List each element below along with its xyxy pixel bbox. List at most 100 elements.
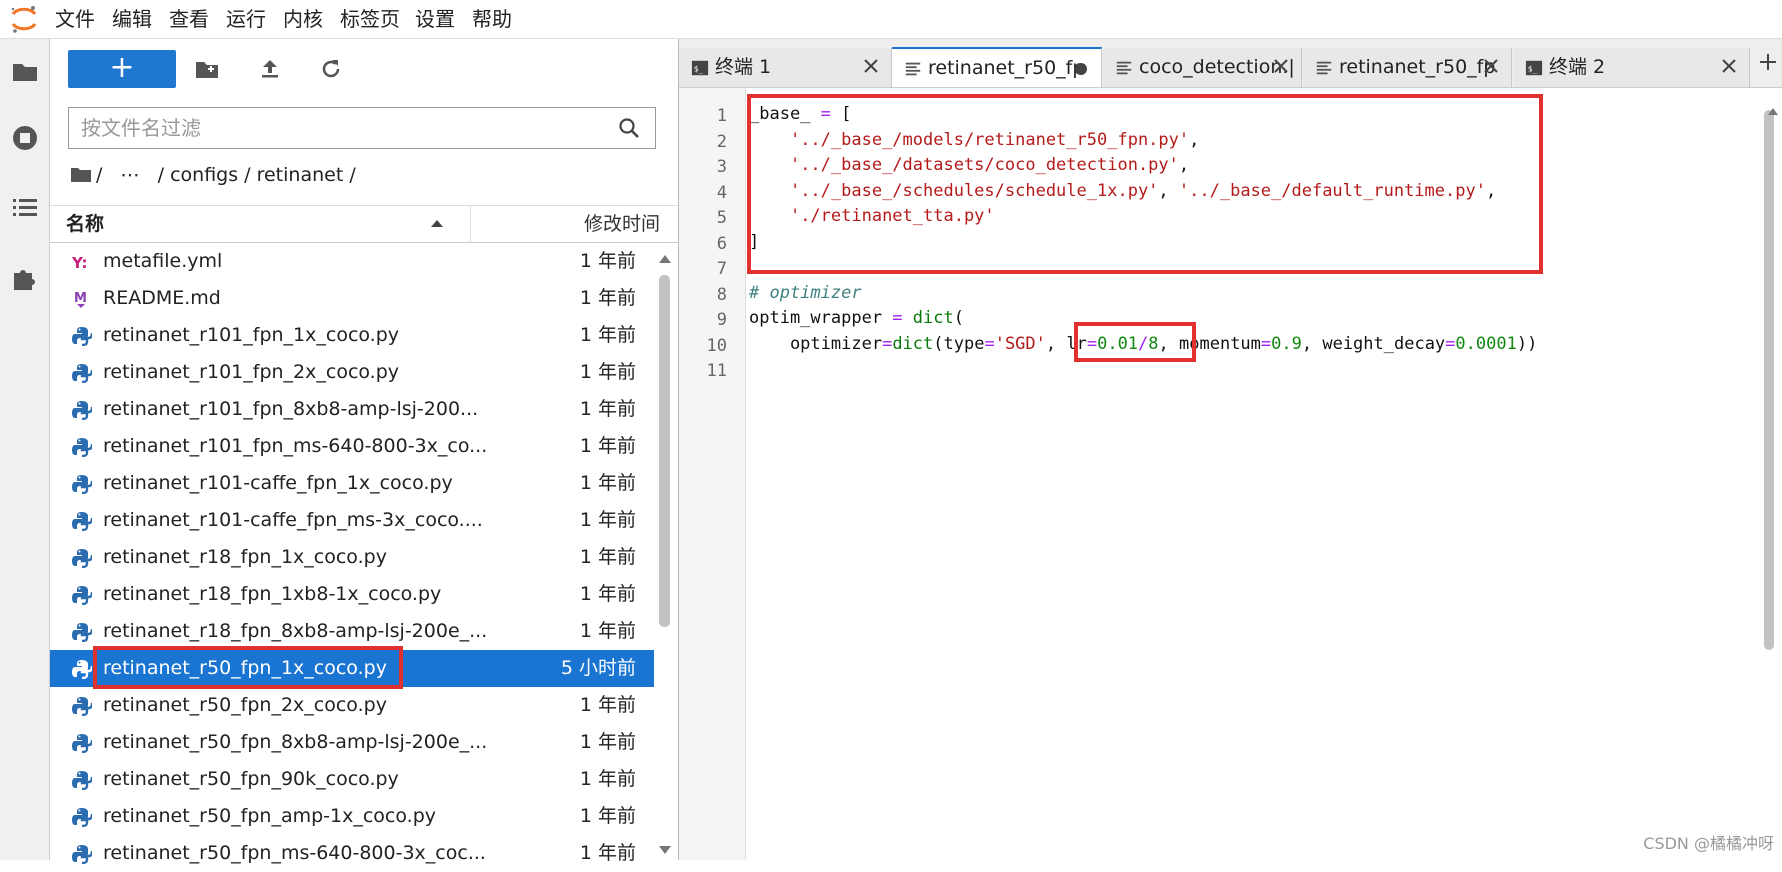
file-list-item[interactable]: retinanet_r101_fpn_2x_coco.py 1 年前: [50, 354, 654, 391]
table-of-contents-icon[interactable]: [10, 193, 40, 223]
code-token: ,: [1158, 180, 1179, 201]
file-name: README.md: [103, 287, 221, 309]
menu-file[interactable]: 文件: [55, 0, 95, 38]
scroll-up-arrow-icon[interactable]: [659, 255, 671, 263]
code-token: =: [984, 333, 995, 354]
code-line[interactable]: '../_base_/models/retinanet_r50_fpn.py',: [749, 127, 1199, 153]
column-divider[interactable]: [470, 206, 471, 242]
upload-icon[interactable]: [257, 56, 283, 82]
editor-tab[interactable]: retinanet_r50_fp: [892, 47, 1102, 87]
code-token: (type: [933, 333, 985, 354]
editor-scroll-thumb[interactable]: [1764, 110, 1774, 650]
search-icon[interactable]: [618, 117, 640, 139]
menu-bar: 文件 编辑 查看 运行 内核 标签页 设置 帮助: [0, 0, 1782, 39]
file-name: retinanet_r50_fpn_90k_coco.py: [103, 768, 399, 790]
code-line[interactable]: './retinanet_tta.py': [749, 203, 995, 229]
scroll-down-arrow-icon[interactable]: [659, 846, 671, 854]
tab-label: retinanet_r50_fp: [1339, 56, 1496, 78]
menu-edit[interactable]: 编辑: [112, 0, 152, 38]
file-text-icon: [1316, 61, 1332, 75]
editor-tab[interactable]: coco_detection.|: [1103, 48, 1302, 87]
code-token: =: [882, 333, 893, 354]
file-list-header: 名称 修改时间: [50, 205, 678, 243]
code-token: '../_base_/default_runtime.py': [1178, 180, 1486, 201]
editor-tab[interactable]: $_ 终端 2: [1513, 48, 1750, 87]
code-line[interactable]: _base_ = [: [749, 101, 851, 127]
file-list-item[interactable]: retinanet_r101_fpn_1x_coco.py 1 年前: [50, 317, 654, 354]
menu-view[interactable]: 查看: [169, 0, 209, 38]
add-tab-icon[interactable]: [1756, 50, 1780, 74]
code-token: 0.9: [1271, 333, 1302, 354]
close-icon[interactable]: [1481, 56, 1501, 76]
file-list-item[interactable]: retinanet_r18_fpn_1xb8-1x_coco.py 1 年前: [50, 576, 654, 613]
file-list-item[interactable]: Y: metafile.yml 1 年前: [50, 243, 654, 280]
file-filter-input[interactable]: [69, 108, 623, 150]
sort-ascending-icon[interactable]: [431, 220, 443, 227]
code-token: optimizer: [749, 333, 883, 354]
file-list-item[interactable]: retinanet_r18_fpn_1x_coco.py 1 年前: [50, 539, 654, 576]
code-line[interactable]: '../_base_/datasets/coco_detection.py',: [749, 152, 1189, 178]
breadcrumb-home-folder-icon[interactable]: [70, 164, 92, 184]
python-icon: [72, 586, 92, 605]
running-stop-icon[interactable]: [10, 123, 40, 153]
new-launcher-button[interactable]: +: [68, 50, 176, 88]
code-token: '../_base_/schedules/schedule_1x.py': [789, 180, 1159, 201]
line-number: 6: [716, 233, 727, 254]
code-line[interactable]: # optimizer: [749, 280, 862, 306]
close-icon[interactable]: [1719, 56, 1739, 76]
new-folder-icon[interactable]: [194, 56, 220, 82]
code-line[interactable]: ]: [749, 229, 759, 255]
close-icon[interactable]: [1271, 56, 1291, 76]
code-token: ,: [1189, 129, 1200, 150]
refresh-icon[interactable]: [318, 56, 344, 82]
file-modified-time: 1 年前: [579, 250, 636, 272]
code-token: 'SGD': [994, 333, 1046, 354]
line-number: 5: [716, 208, 727, 228]
code-line[interactable]: '../_base_/schedules/schedule_1x.py', '.…: [749, 178, 1496, 204]
breadcrumb[interactable]: / ⋯ / configs / retinanet /: [96, 164, 356, 192]
editor-scroll-up-icon[interactable]: [1768, 108, 1778, 115]
file-list-item[interactable]: retinanet_r50_fpn_1x_coco.py 5 小时前: [50, 650, 654, 687]
file-list-item[interactable]: retinanet_r101_fpn_8xb8-amp-lsj-200... 1 …: [50, 391, 654, 428]
line-number: 1: [716, 106, 727, 126]
file-list-item[interactable]: retinanet_r101-caffe_fpn_ms-3x_coco.... 1…: [50, 502, 654, 539]
column-name-header[interactable]: 名称: [66, 206, 104, 242]
menu-help[interactable]: 帮助: [472, 0, 512, 38]
menu-tabs[interactable]: 标签页: [340, 0, 400, 38]
menu-run[interactable]: 运行: [226, 0, 266, 38]
file-list-item[interactable]: retinanet_r50_fpn_2x_coco.py 1 年前: [50, 687, 654, 724]
extension-puzzle-icon[interactable]: [10, 263, 40, 293]
file-list-item[interactable]: retinanet_r18_fpn_8xb8-amp-lsj-200e_... 1…: [50, 613, 654, 650]
file-modified-time: 1 年前: [579, 324, 636, 346]
code-token: optim_wrapper: [749, 308, 893, 328]
code-editor[interactable]: _base_ = [ '../_base_/models/retinanet_r…: [746, 88, 1762, 860]
folder-icon[interactable]: [10, 56, 40, 86]
svg-text:$_: $_: [694, 64, 704, 74]
file-list-item[interactable]: retinanet_r101-caffe_fpn_1x_coco.py 1 年前: [50, 465, 654, 502]
code-line[interactable]: optim_wrapper = dict(: [749, 305, 964, 331]
file-list-item[interactable]: retinanet_r50_fpn_amp-1x_coco.py 1 年前: [50, 798, 654, 835]
file-text-icon: [905, 62, 921, 76]
column-modified-header[interactable]: 修改时间: [584, 206, 660, 242]
menu-settings[interactable]: 设置: [415, 0, 455, 38]
editor-tab[interactable]: retinanet_r50_fp: [1303, 48, 1512, 87]
terminal-icon: $_: [691, 60, 709, 76]
code-line[interactable]: optimizer=dict(type='SGD', lr=0.01/8, mo…: [749, 331, 1537, 357]
close-icon[interactable]: [861, 56, 881, 76]
unsaved-dot-icon[interactable]: [1075, 63, 1087, 75]
file-list-item[interactable]: retinanet_r50_fpn_90k_coco.py 1 年前: [50, 761, 654, 798]
file-list-item[interactable]: retinanet_r50_fpn_ms-640-800-3x_coc... 1 …: [50, 835, 654, 872]
line-number: 8: [716, 284, 727, 305]
editor-tab[interactable]: $_ 终端 1: [679, 48, 892, 87]
menu-kernel[interactable]: 内核: [283, 0, 323, 38]
file-name: retinanet_r101_fpn_1x_coco.py: [103, 324, 400, 346]
file-list-scroll-thumb[interactable]: [659, 275, 670, 627]
file-list-item[interactable]: retinanet_r101_fpn_ms-640-800-3x_co... 1 …: [50, 428, 654, 465]
file-list-item[interactable]: retinanet_r50_fpn_8xb8-amp-lsj-200e_... 1…: [50, 724, 654, 761]
file-name: retinanet_r50_fpn_8xb8-amp-lsj-200e_...: [103, 731, 488, 753]
python-icon: [72, 475, 92, 494]
file-modified-time: 1 年前: [579, 509, 636, 531]
file-name: metafile.yml: [103, 250, 223, 272]
file-modified-time: 1 年前: [579, 287, 636, 309]
file-list-item[interactable]: M README.md 1 年前: [50, 280, 654, 317]
